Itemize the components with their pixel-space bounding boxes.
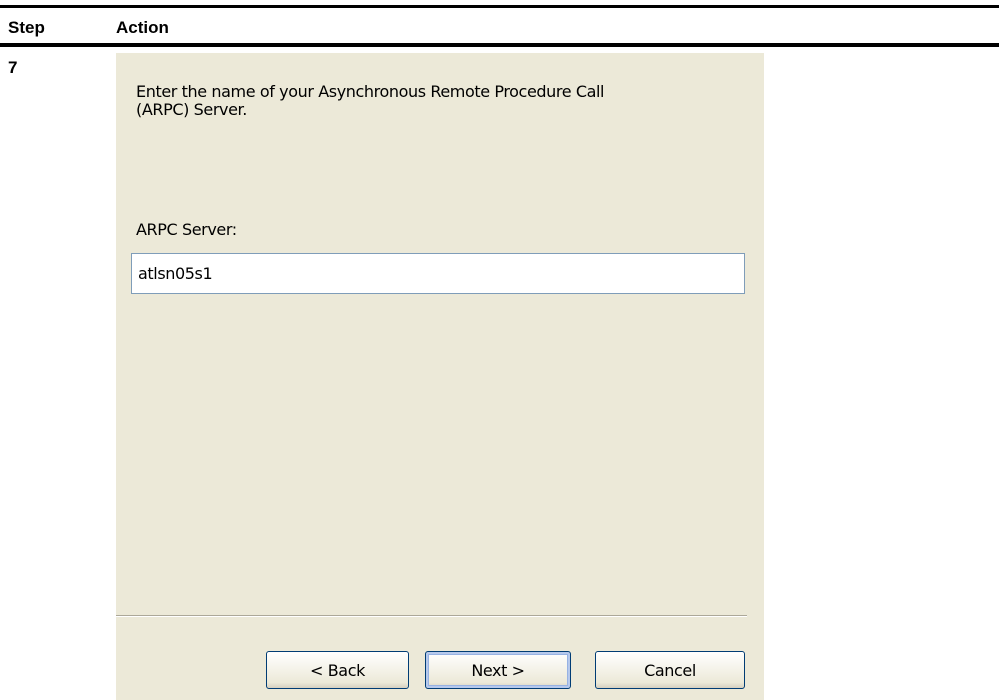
table-header-rule	[0, 43, 999, 47]
step-number: 7	[8, 58, 18, 77]
arpc-server-label: ARPC Server:	[136, 220, 237, 239]
next-button[interactable]: Next >	[425, 651, 571, 689]
instruction-text: Enter the name of your Asynchronous Remo…	[136, 83, 736, 119]
table-top-rule	[0, 5, 999, 8]
instruction-line-2: (ARPC) Server.	[136, 100, 247, 119]
wizard-dialog: Enter the name of your Asynchronous Remo…	[116, 53, 764, 700]
step-column-header: Step	[8, 18, 45, 37]
instruction-line-1: Enter the name of your Asynchronous Remo…	[136, 82, 605, 101]
button-separator	[116, 615, 747, 617]
back-button[interactable]: < Back	[266, 651, 409, 689]
arpc-server-input[interactable]	[131, 253, 745, 294]
cancel-button[interactable]: Cancel	[595, 651, 745, 689]
procedure-table: Step Action 7 Enter the name of your Asy…	[0, 0, 999, 700]
action-column-header: Action	[116, 18, 169, 37]
